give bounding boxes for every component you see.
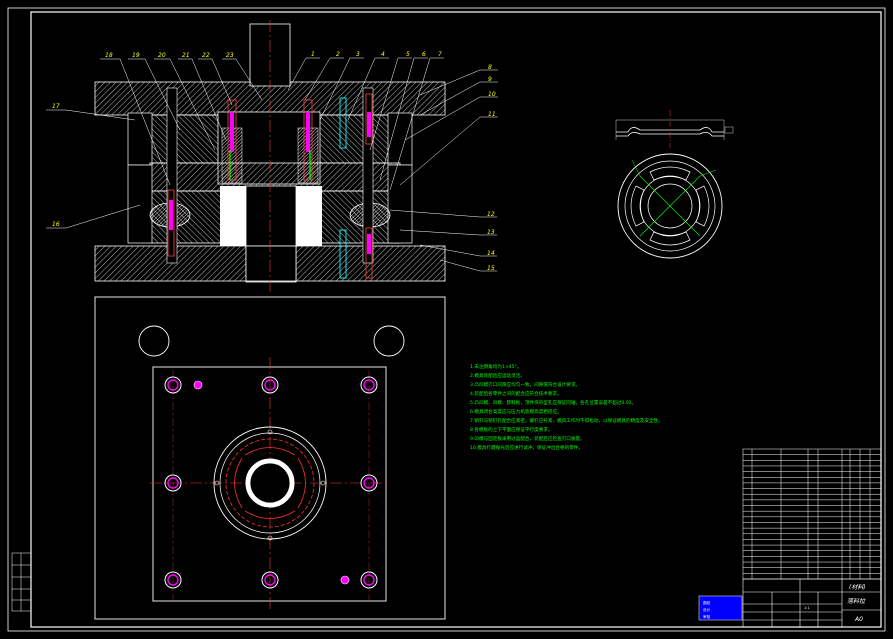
guide-hole-right (373, 325, 405, 357)
part-label: 6 (422, 51, 426, 58)
part-leader-lines-left (46, 109, 141, 229)
note-line: 2.模具装配后应运动灵活。 (470, 372, 525, 379)
assembly-drawing-sheet: 18 19 20 21 22 23 1 2 3 4 5 6 7 8 9 10 1… (7, 7, 886, 632)
part-label: 1 (311, 51, 315, 58)
title-drawing-name: 落料拉 (847, 597, 866, 605)
title-scale: 1:1 (804, 606, 810, 610)
stamp-line: 设计 (703, 607, 711, 612)
part-label: 22 (202, 52, 210, 59)
part-label: 7 (438, 51, 442, 58)
note-line: 10.模具打磨抛光后应进行试冲，保证冲出合格的零件。 (470, 444, 583, 451)
title-material: (材料) (849, 583, 866, 591)
note-line: 7.销钉与销钉孔配合应紧密，螺钉应拧紧，模具工作时不得松动，以保证模具的精度及安… (470, 417, 663, 424)
part-labels-left: 17 16 (52, 103, 60, 228)
parts-list-table (742, 448, 882, 580)
title-sheet-size: A0 (854, 616, 863, 623)
part-label: 5 (406, 51, 410, 58)
note-line: 4.装配后各零件之间的配合应符合技术要求。 (470, 390, 562, 397)
central-punch-right (296, 186, 322, 246)
part-label: 16 (52, 221, 60, 228)
part-label: 3 (356, 51, 360, 58)
part-label: 23 (226, 52, 234, 59)
part-label: 19 (132, 52, 140, 59)
part-label: 17 (52, 103, 60, 110)
stamp-line: 审核 (703, 614, 711, 619)
note-line: 8.各模板的上下平面应保证平行度要求。 (470, 426, 552, 433)
note-line: 5.凸凹模、凹模、卸料板，顶件块的型孔应保证同轴，各孔位置误差不超过0.02。 (470, 399, 636, 406)
note-line: 6.模具闭合高度应与压力机装模高度相适应。 (470, 408, 562, 415)
front-section-view (94, 20, 446, 292)
central-punch-left (220, 186, 246, 246)
revision-strip (11, 552, 32, 612)
note-line: 9.凹模与固定板采用过盈配合，装配后应检查刃口质量。 (470, 435, 585, 442)
part-labels-right: 8 9 10 11 12 13 14 15 (487, 64, 496, 272)
part-label: 20 (158, 52, 166, 59)
note-line: 1.未注倒角均为1×45°。 (470, 363, 521, 370)
part-label: 18 (105, 52, 113, 59)
part-label: 2 (336, 51, 340, 58)
part-drawing (615, 110, 734, 259)
stamp-line: 图纸 (703, 600, 711, 605)
approval-stamp: 图纸 设计 审核 (698, 595, 743, 621)
part-label: 21 (182, 52, 190, 59)
guide-hole-left (138, 325, 170, 357)
technical-notes: 1.未注倒角均为1×45°。 2.模具装配后应运动灵活。 3.凸凹模刃口间隙应均… (470, 363, 663, 451)
plan-view (94, 296, 446, 620)
part-label: 4 (381, 51, 385, 58)
note-line: 3.凸凹模刃口间隙应均匀一致，间隙值符合设计要求。 (470, 381, 580, 388)
